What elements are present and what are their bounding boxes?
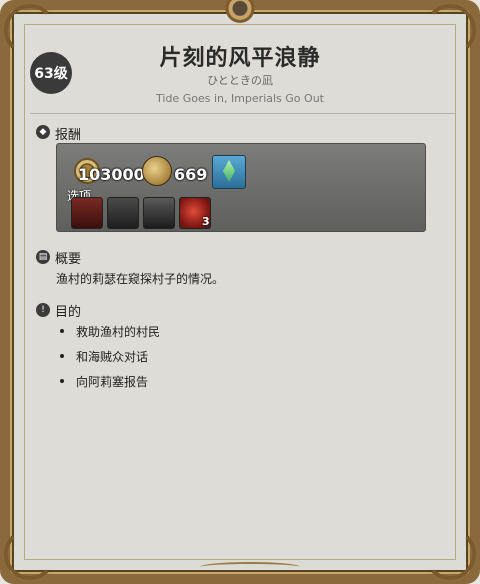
objective-item: 和海贼众对话: [58, 348, 160, 373]
currency-amount: 669: [174, 165, 208, 184]
objective-exclamation-icon: !: [36, 303, 50, 317]
quest-subtitle-en: Tide Goes in, Imperials Go Out: [156, 92, 324, 105]
divider: [30, 113, 456, 114]
top-ornament-icon: [218, 0, 262, 24]
reward-icon: ◆: [36, 125, 50, 139]
item-legs-icon[interactable]: [143, 197, 175, 229]
corner-ornament: [424, 528, 476, 580]
objective-item: 救助渔村的村民: [58, 323, 160, 348]
summary-label: 概要: [55, 252, 82, 267]
currency-coin-icon: [142, 156, 172, 186]
objectives-list: 救助渔村的村民 和海贼众对话 向阿莉塞报告: [58, 323, 160, 398]
bottom-ornament: [200, 562, 300, 572]
summary-text: 渔村的莉瑟在窥探村子的情况。: [56, 272, 225, 286]
objectives-label: 目的: [55, 305, 82, 320]
item-count: 3: [202, 215, 210, 228]
objective-item: 向阿莉塞报告: [58, 373, 160, 398]
gil-amount: 103000: [78, 165, 145, 184]
rewards-label: 报酬: [55, 128, 82, 143]
corner-ornament: [4, 528, 56, 580]
item-red-armor-icon[interactable]: [71, 197, 103, 229]
quest-subtitle-jp: ひとときの凪: [207, 74, 273, 87]
quest-title: 片刻的风平浪静: [159, 46, 321, 71]
summary-book-icon: ▤: [36, 250, 50, 264]
crystal-icon[interactable]: [212, 155, 246, 189]
item-gloves-icon[interactable]: [107, 197, 139, 229]
